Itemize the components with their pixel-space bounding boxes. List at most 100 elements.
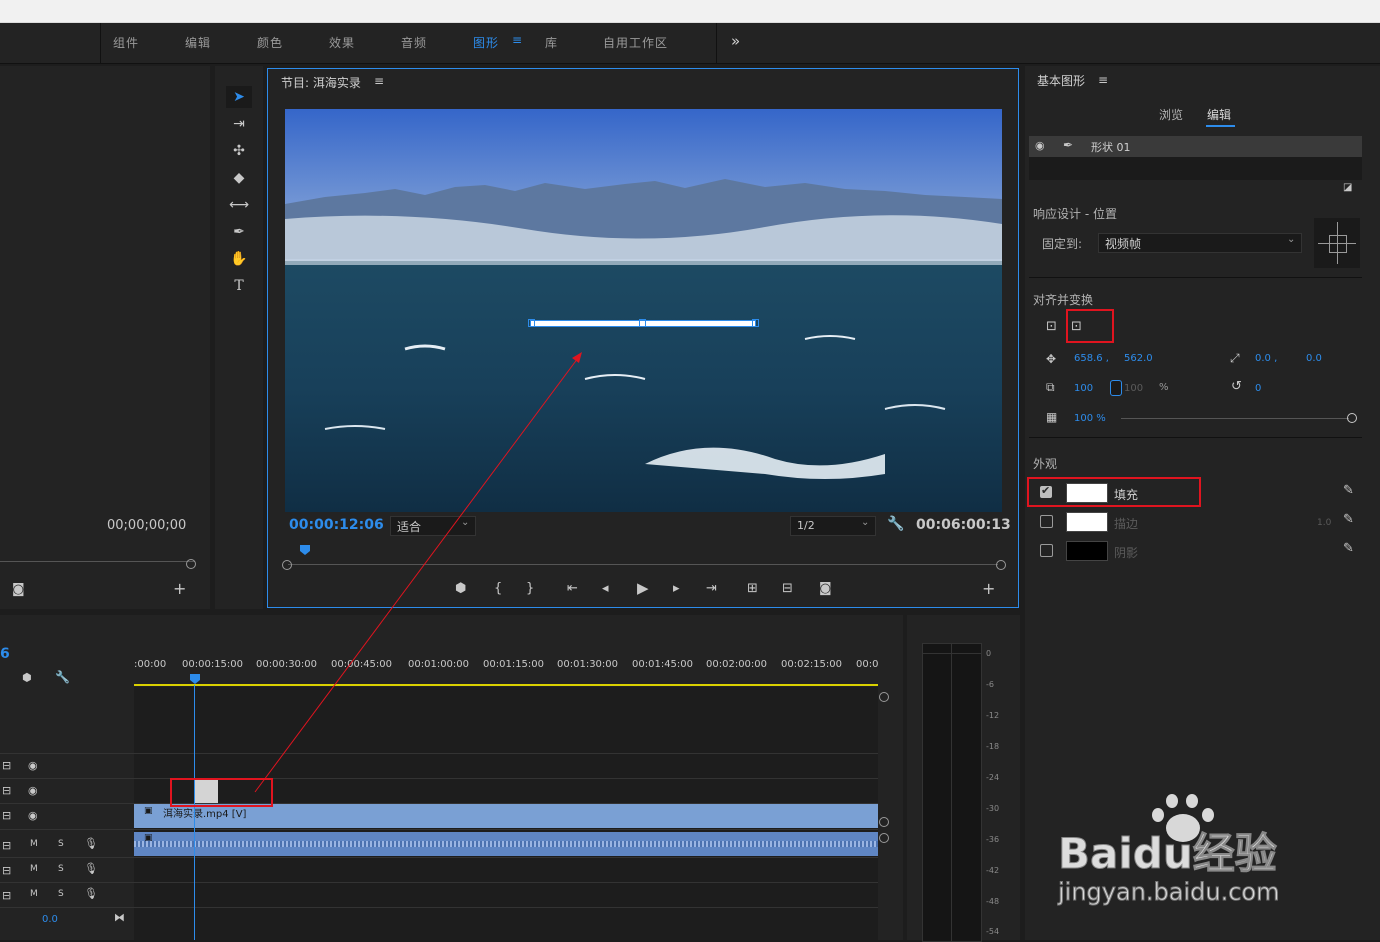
fit-dropdown[interactable]: 适合 ⌄ bbox=[390, 516, 476, 536]
video-preview[interactable] bbox=[285, 109, 1002, 512]
solo-button[interactable]: S bbox=[58, 889, 64, 899]
add-marker-icon[interactable]: ⬢ bbox=[455, 581, 466, 596]
pin-to-dropdown[interactable]: 视频帧 ⌄ bbox=[1098, 233, 1302, 253]
link-scale-icon[interactable] bbox=[1110, 380, 1122, 396]
camera-icon[interactable]: ◙ bbox=[12, 582, 25, 597]
program-current-timecode[interactable]: 00:00:12:06 bbox=[289, 517, 384, 533]
timeline-playhead-marker[interactable] bbox=[190, 674, 200, 684]
nav-end-icon[interactable]: ⧓ bbox=[114, 911, 125, 924]
transform-handle[interactable] bbox=[752, 319, 759, 327]
stroke-color-swatch[interactable] bbox=[1066, 512, 1108, 532]
step-forward-icon[interactable]: ▸ bbox=[673, 581, 680, 596]
resolution-dropdown[interactable]: 1/2 ⌄ bbox=[790, 516, 876, 536]
vertical-zoom-handle[interactable] bbox=[879, 692, 889, 702]
scale-value[interactable]: 100 bbox=[1074, 383, 1093, 394]
align-to-video-frame-icon[interactable]: ⊡ bbox=[1046, 319, 1057, 334]
slip-tool-icon[interactable]: ⟷ bbox=[228, 194, 250, 216]
workspace-tab-libraries[interactable]: 库 bbox=[545, 34, 558, 51]
workspace-tab-effects[interactable]: 效果 bbox=[329, 34, 355, 51]
wrench-icon[interactable]: 🔧 bbox=[55, 670, 70, 684]
export-frame-icon[interactable]: ◙ bbox=[819, 581, 832, 596]
track-output-icon[interactable]: ⊟ bbox=[2, 839, 11, 852]
workspace-tab-graphics[interactable]: 图形 bbox=[473, 34, 499, 51]
shadow-color-swatch[interactable] bbox=[1066, 541, 1108, 561]
position-y[interactable]: 562.0 bbox=[1124, 353, 1153, 364]
microphone-icon[interactable]: 🎙 bbox=[84, 862, 98, 875]
play-icon[interactable]: ▶ bbox=[637, 579, 649, 597]
workspace-overflow-icon[interactable]: » bbox=[731, 32, 741, 50]
master-volume-value[interactable]: 0.0 bbox=[42, 914, 58, 925]
eyedropper-icon[interactable]: ✎ bbox=[1343, 541, 1354, 556]
video-clip[interactable]: ▣ 洱海实录.mp4 [V] bbox=[134, 804, 878, 828]
panel-menu-icon[interactable]: ≡ bbox=[374, 74, 384, 88]
anchor-y[interactable]: 0.0 bbox=[1306, 353, 1322, 364]
transform-handle[interactable] bbox=[639, 319, 646, 327]
mute-button[interactable]: M bbox=[30, 864, 38, 874]
add-button-icon[interactable]: + bbox=[173, 579, 186, 598]
eye-icon[interactable]: ◉ bbox=[28, 809, 38, 822]
go-to-out-icon[interactable]: ⇥ bbox=[706, 581, 717, 596]
lift-icon[interactable]: ⊞ bbox=[747, 581, 758, 596]
mark-in-icon[interactable]: { bbox=[494, 581, 502, 596]
eyedropper-icon[interactable]: ✎ bbox=[1343, 512, 1354, 527]
panel-menu-icon[interactable]: ≡ bbox=[1098, 73, 1108, 87]
eye-icon[interactable]: ◉ bbox=[1035, 139, 1045, 152]
position-x[interactable]: 658.6 , bbox=[1074, 353, 1109, 364]
new-layer-icon[interactable]: ◪ bbox=[1343, 182, 1352, 193]
vertical-zoom-handle[interactable] bbox=[879, 817, 889, 827]
eyedropper-icon[interactable]: ✎ bbox=[1343, 483, 1354, 498]
track-output-icon[interactable]: ⊟ bbox=[2, 784, 11, 797]
workspace-tab-custom[interactable]: 自用工作区 bbox=[603, 34, 668, 51]
opacity-value[interactable]: 100 % bbox=[1074, 413, 1106, 424]
ripple-edit-tool-icon[interactable]: ✣ bbox=[228, 140, 250, 162]
layer-row[interactable]: ◉ ✒ 形状 01 bbox=[1029, 136, 1362, 157]
vertical-zoom-handle[interactable] bbox=[879, 833, 889, 843]
rotation-value[interactable]: 0 bbox=[1255, 383, 1261, 394]
pen-tool-icon[interactable]: ✒ bbox=[228, 221, 250, 243]
program-scrub-bar[interactable] bbox=[282, 543, 1004, 569]
extract-icon[interactable]: ⊟ bbox=[782, 581, 793, 596]
opacity-slider-track[interactable] bbox=[1121, 418, 1349, 419]
pin-edges-widget[interactable] bbox=[1314, 218, 1360, 268]
zoom-handle[interactable] bbox=[186, 559, 196, 569]
playhead-marker[interactable] bbox=[300, 545, 310, 555]
mute-button[interactable]: M bbox=[30, 889, 38, 899]
step-back-icon[interactable]: ◂ bbox=[602, 581, 609, 596]
shadow-checkbox[interactable] bbox=[1040, 544, 1053, 557]
opacity-slider-handle[interactable] bbox=[1347, 413, 1357, 423]
transform-handle[interactable] bbox=[528, 319, 535, 327]
workspace-tab-color[interactable]: 颜色 bbox=[257, 34, 283, 51]
solo-button[interactable]: S bbox=[58, 839, 64, 849]
hand-tool-icon[interactable]: ✋ bbox=[228, 248, 250, 270]
track-output-icon[interactable]: ⊟ bbox=[2, 889, 11, 902]
program-monitor-title[interactable]: 节目: 洱海实录 bbox=[281, 74, 361, 91]
workspace-menu-icon[interactable]: ≡ bbox=[512, 33, 523, 47]
tab-edit[interactable]: 编辑 bbox=[1207, 106, 1231, 123]
add-marker-icon[interactable]: ⬢ bbox=[22, 671, 32, 684]
mark-out-icon[interactable]: } bbox=[526, 581, 534, 596]
mute-button[interactable]: M bbox=[30, 839, 38, 849]
wrench-icon[interactable]: 🔧 bbox=[887, 516, 904, 532]
essential-graphics-title[interactable]: 基本图形 bbox=[1037, 72, 1085, 89]
zoom-handle-right[interactable] bbox=[996, 560, 1006, 570]
add-button-icon[interactable]: + bbox=[982, 579, 995, 598]
microphone-icon[interactable]: 🎙 bbox=[84, 887, 98, 900]
eye-icon[interactable]: ◉ bbox=[28, 759, 38, 772]
eye-icon[interactable]: ◉ bbox=[28, 784, 38, 797]
audio-clip[interactable]: ▣ bbox=[134, 832, 878, 856]
track-output-icon[interactable]: ⊟ bbox=[2, 759, 11, 772]
go-to-in-icon[interactable]: ⇤ bbox=[567, 581, 578, 596]
workspace-tab-editing[interactable]: 编辑 bbox=[185, 34, 211, 51]
layer-name[interactable]: 形状 01 bbox=[1091, 139, 1131, 155]
tab-browse[interactable]: 浏览 bbox=[1159, 106, 1183, 123]
zoom-handle-left[interactable] bbox=[282, 560, 292, 570]
workspace-tab-audio[interactable]: 音频 bbox=[401, 34, 427, 51]
microphone-icon[interactable]: 🎙 bbox=[84, 837, 98, 850]
track-output-icon[interactable]: ⊟ bbox=[2, 864, 11, 877]
razor-tool-icon[interactable]: ◆ bbox=[228, 167, 250, 189]
track-output-icon[interactable]: ⊟ bbox=[2, 809, 11, 822]
anchor-x[interactable]: 0.0 , bbox=[1255, 353, 1277, 364]
track-select-tool-icon[interactable]: ⇥ bbox=[228, 113, 250, 135]
workspace-tab-assembly[interactable]: 组件 bbox=[113, 34, 139, 51]
type-tool-icon[interactable]: T bbox=[228, 275, 250, 297]
